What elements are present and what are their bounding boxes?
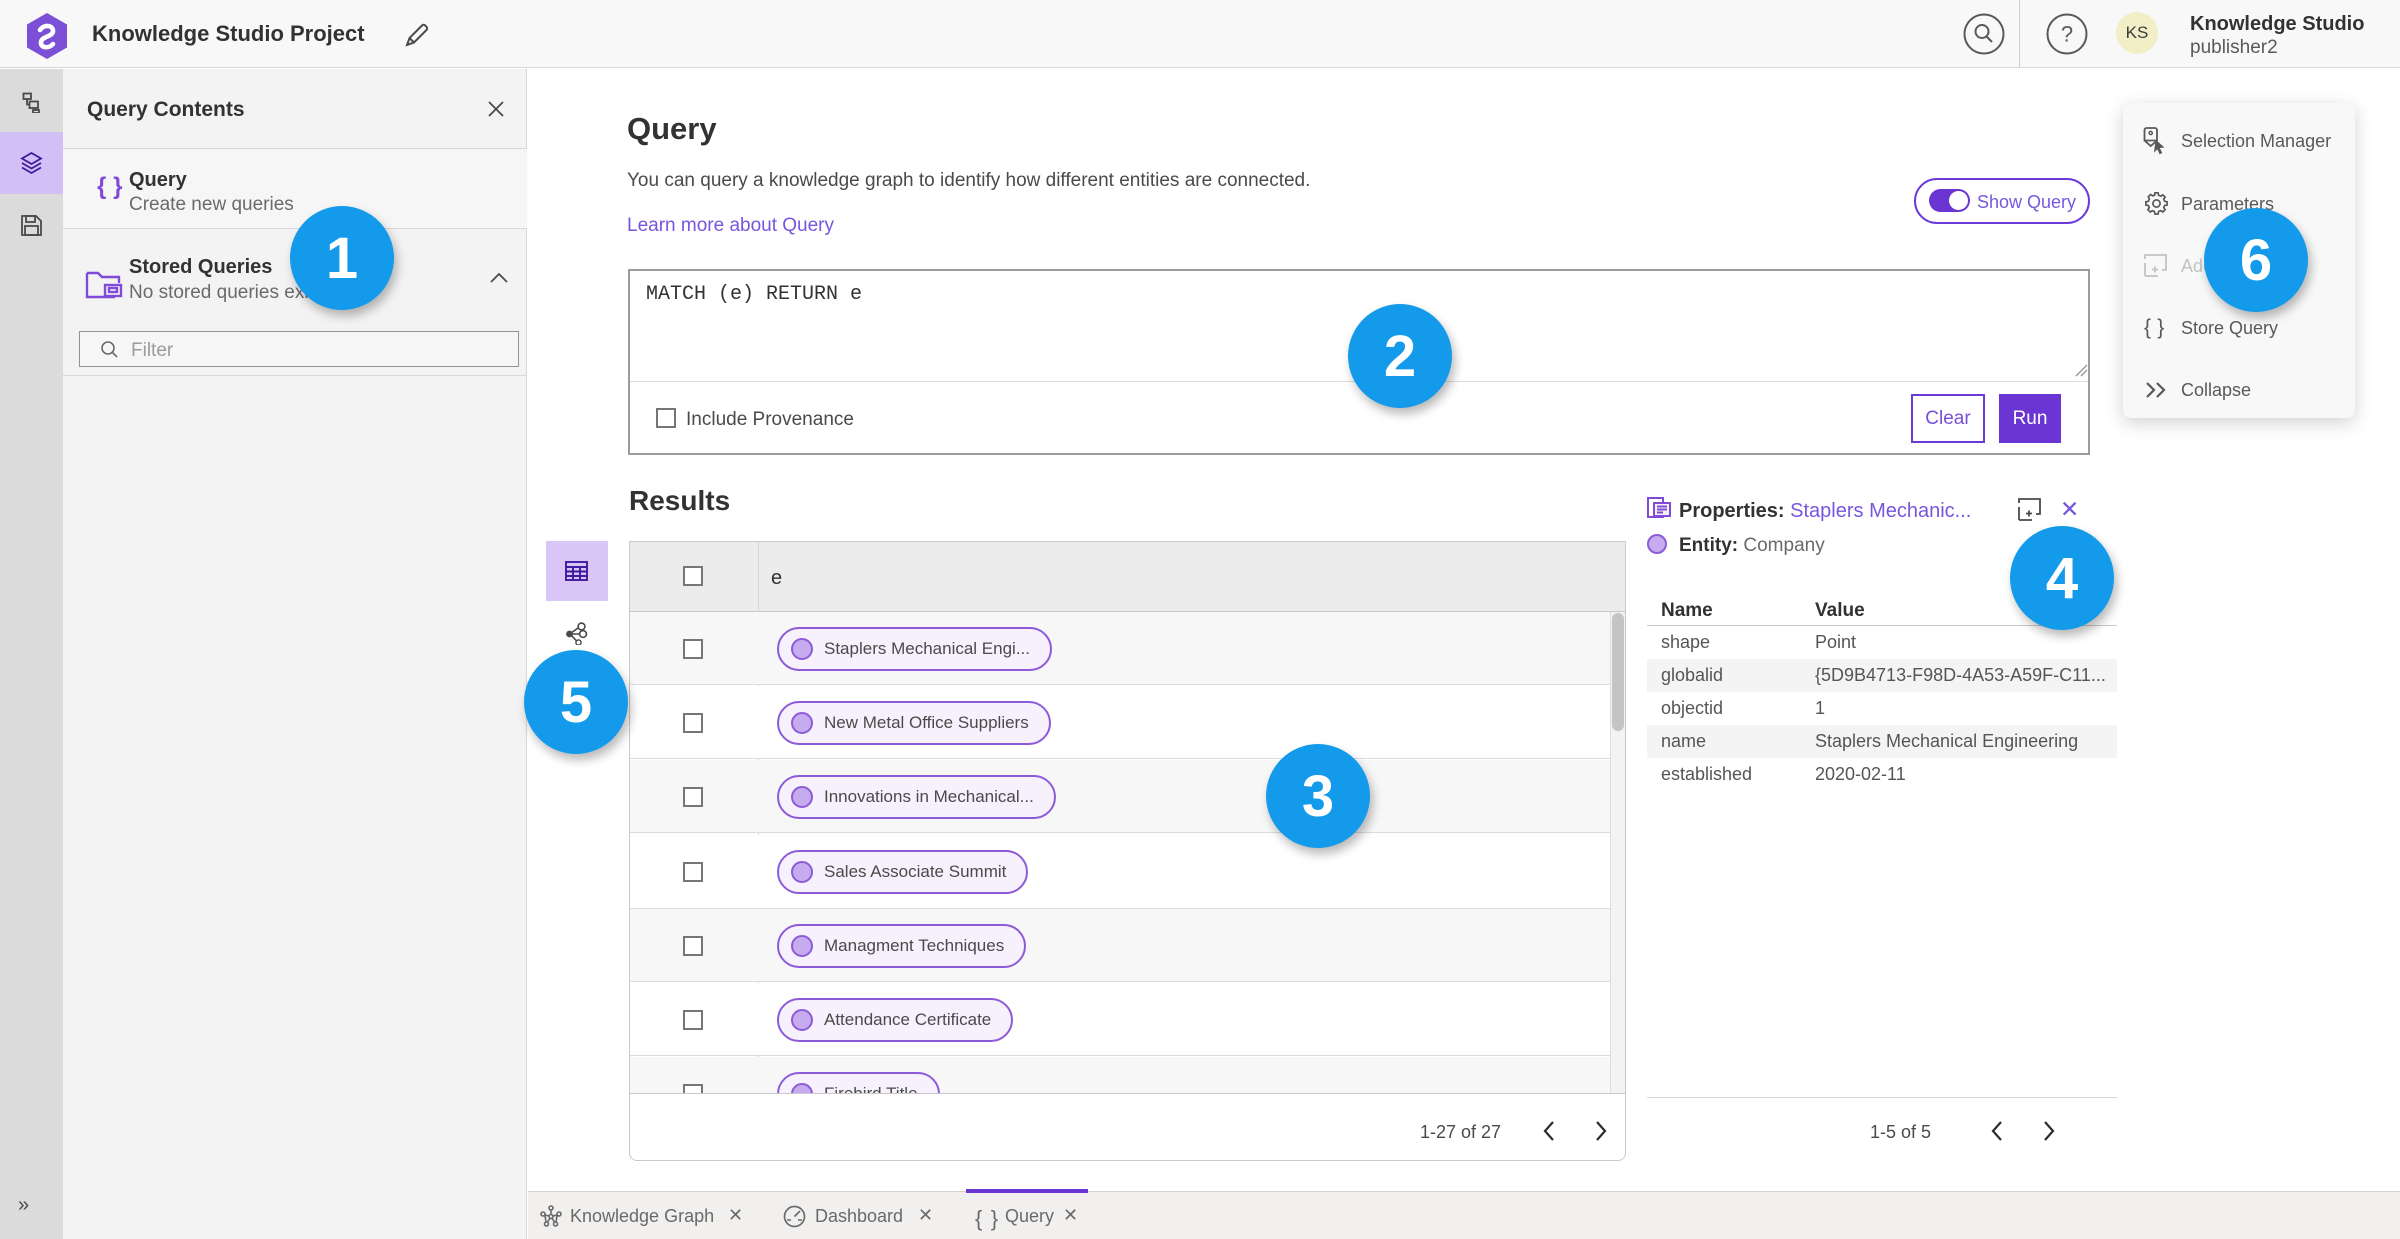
svg-text:?: ? bbox=[2061, 22, 2073, 47]
